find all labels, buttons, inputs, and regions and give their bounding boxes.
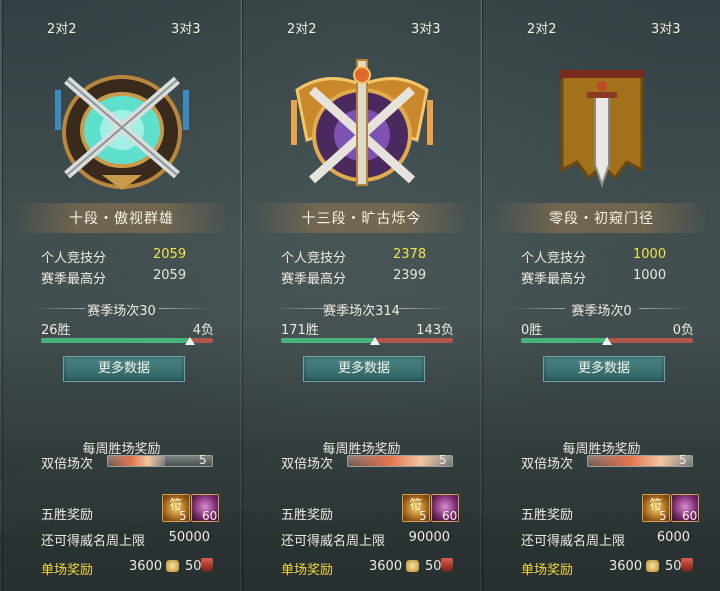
- tab-3v3[interactable]: 3对3: [651, 18, 681, 37]
- losses-count: 4负: [192, 323, 214, 338]
- personal-score-value: 1000: [633, 247, 667, 262]
- single-reward-honor: 50: [665, 559, 682, 574]
- single-reward-honor: 50: [425, 559, 442, 574]
- reward-qty: 5: [419, 509, 427, 523]
- win-loss-bar: [281, 338, 453, 343]
- tier-10-crossed-swords-emblem-icon: [55, 75, 189, 190]
- win-ratio-marker: [369, 337, 380, 345]
- coin-icon: [646, 560, 659, 572]
- single-reward-coins: 3600: [369, 559, 403, 574]
- reward-qty: 60: [442, 509, 458, 523]
- personal-score-value: 2059: [153, 247, 187, 262]
- rank-panel-2: 2对2 3对3 十三段・旷古烁今 个人竞技分 2378 赛季最高分 2399 赛…: [242, 0, 481, 591]
- season-high-label: 赛季最高分: [41, 272, 107, 287]
- double-matches-label: 双倍场次: [521, 457, 574, 472]
- tier-13-golden-winged-emblem-icon: [291, 59, 433, 186]
- reward-qty: 60: [682, 509, 698, 523]
- tab-2v2[interactable]: 2对2: [527, 18, 557, 37]
- weekly-cap-value: 90000: [408, 530, 450, 545]
- personal-score-label: 个人竞技分: [281, 251, 347, 266]
- five-win-reward-label: 五胜奖励: [521, 508, 574, 523]
- single-match-reward-label: 单场奖励: [41, 563, 94, 578]
- single-reward-coins: 3600: [609, 559, 643, 574]
- double-matches-count: 5: [679, 453, 687, 467]
- personal-score-label: 个人竞技分: [521, 251, 587, 266]
- wins-count: 171胜: [281, 323, 319, 338]
- losses-count: 143负: [416, 323, 454, 338]
- season-high-value: 2059: [153, 268, 187, 283]
- season-high-value: 1000: [633, 268, 667, 283]
- reward-qty: 5: [179, 509, 187, 523]
- weekly-cap-value: 6000: [656, 530, 690, 545]
- tab-2v2[interactable]: 2对2: [47, 18, 77, 37]
- personal-score-value: 2378: [393, 247, 427, 262]
- tab-3v3[interactable]: 3对3: [411, 18, 441, 37]
- rank-title: 十段・傲视群雄: [69, 211, 174, 227]
- double-matches-label: 双倍场次: [281, 457, 334, 472]
- double-matches-label: 双倍场次: [41, 457, 94, 472]
- win-portion: [521, 338, 607, 343]
- season-high-label: 赛季最高分: [281, 272, 347, 287]
- win-ratio-marker: [185, 337, 196, 345]
- single-reward-coins: 3600: [129, 559, 163, 574]
- tab-2v2[interactable]: 2对2: [287, 18, 317, 37]
- weekly-cap-label: 还可得威名周上限: [41, 534, 146, 549]
- wins-count: 0胜: [521, 323, 543, 338]
- weekly-cap-label: 还可得威名周上限: [281, 534, 386, 549]
- tab-3v3[interactable]: 3对3: [171, 18, 201, 37]
- single-match-reward-label: 单场奖励: [521, 563, 574, 578]
- five-win-reward-label: 五胜奖励: [41, 508, 94, 523]
- more-data-button[interactable]: 更多数据: [543, 356, 665, 382]
- rank-panel-1: 2对2 3对3 十段・傲视群雄 个人竞技分 2059 赛季最高分 2059 赛季…: [2, 0, 241, 591]
- more-data-button[interactable]: 更多数据: [63, 356, 185, 382]
- weekly-cap-label: 还可得威名周上限: [521, 534, 626, 549]
- double-matches-count: 5: [439, 453, 447, 467]
- reward-qty: 60: [202, 509, 218, 523]
- rank-title: 十三段・旷古烁今: [301, 211, 422, 227]
- honor-shield-icon: [681, 558, 693, 572]
- rank-title: 零段・初窥门径: [549, 211, 654, 227]
- double-matches-fill: [108, 456, 166, 466]
- season-matches: 赛季场次30: [87, 304, 156, 319]
- honor-shield-icon: [441, 558, 453, 572]
- single-match-reward-label: 单场奖励: [281, 563, 334, 578]
- double-matches-count: 5: [199, 453, 207, 467]
- reward-qty: 5: [659, 509, 667, 523]
- honor-shield-icon: [201, 558, 213, 572]
- losses-count: 0负: [672, 323, 694, 338]
- personal-score-label: 个人竞技分: [41, 251, 107, 266]
- coin-icon: [166, 560, 179, 572]
- double-matches-bar: [347, 455, 453, 467]
- season-matches: 赛季场次314: [323, 304, 400, 319]
- season-high-value: 2399: [393, 268, 427, 283]
- double-matches-fill: [348, 456, 452, 466]
- weekly-cap-value: 50000: [168, 530, 210, 545]
- double-matches-bar: [587, 455, 693, 467]
- double-matches-bar: [107, 455, 213, 467]
- win-ratio-marker: [602, 337, 612, 345]
- more-data-button[interactable]: 更多数据: [303, 356, 425, 382]
- win-portion: [281, 338, 375, 343]
- win-portion: [41, 338, 191, 343]
- season-matches: 赛季场次0: [571, 304, 632, 319]
- five-win-reward-label: 五胜奖励: [281, 508, 334, 523]
- tier-0-sword-banner-emblem-icon: [560, 70, 644, 189]
- wins-count: 26胜: [41, 323, 71, 338]
- single-reward-honor: 50: [185, 559, 202, 574]
- coin-icon: [406, 560, 419, 572]
- rank-panel-3: 2对2 3对3 零段・初窥门径 个人竞技分 1000 赛季最高分 1000 赛季…: [482, 0, 720, 591]
- season-high-label: 赛季最高分: [521, 272, 587, 287]
- double-matches-fill: [588, 456, 692, 466]
